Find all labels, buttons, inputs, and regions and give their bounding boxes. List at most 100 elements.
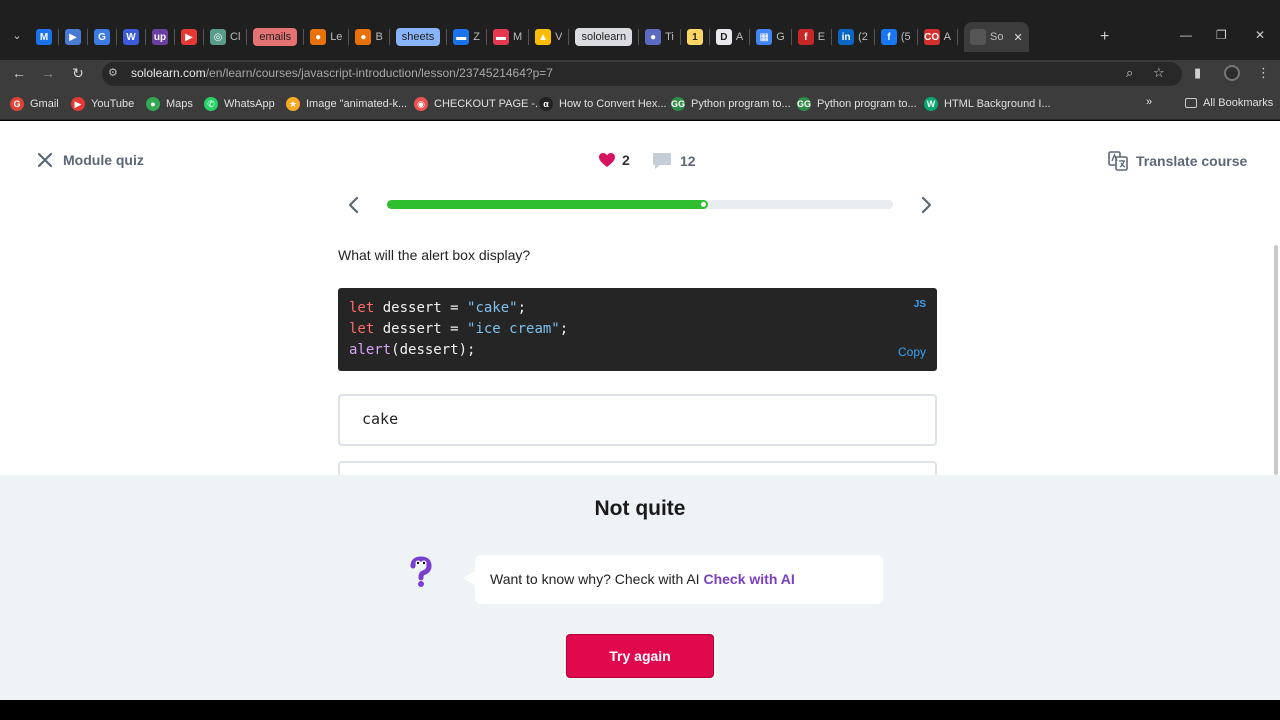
translate-icon	[1108, 151, 1128, 171]
browser-tab[interactable]: ● B	[355, 24, 383, 50]
tab-separator	[528, 29, 530, 45]
browser-tab[interactable]: DA	[715, 24, 743, 50]
comments-button[interactable]: 12	[652, 152, 696, 170]
comments-count: 12	[680, 153, 696, 169]
one-badge-icon: 1	[686, 29, 703, 45]
try-again-button[interactable]: Try again	[566, 634, 714, 678]
bookmark-label: Maps	[166, 98, 193, 110]
browser-tab[interactable]: ▶	[65, 24, 81, 50]
bookmark-star-icon[interactable]: ☆	[1153, 65, 1165, 81]
tab-title: A	[943, 31, 952, 43]
bookmark-item[interactable]: GG Python program to...	[671, 97, 791, 111]
tab-group-label: emails	[253, 28, 298, 46]
bookmark-item[interactable]: ▶ YouTube	[71, 97, 134, 111]
browser-tab[interactable]: in (2	[838, 24, 868, 50]
bookmark-item[interactable]: ★ Image "animated-k...	[286, 97, 407, 111]
code-function: alert	[349, 342, 392, 358]
next-arrow-icon[interactable]	[916, 195, 936, 215]
browser-tab[interactable]: ▦ G	[756, 24, 785, 50]
more-bookmarks-chevron-icon[interactable]: »	[1146, 96, 1152, 108]
mail-icon: ▬	[492, 29, 509, 45]
previous-arrow-icon[interactable]	[344, 195, 364, 215]
tab-separator	[446, 29, 448, 45]
bookmark-item[interactable]: W HTML Background I...	[924, 97, 1051, 111]
browser-tab[interactable]: ◎ Cl	[210, 24, 240, 50]
tab-separator	[873, 29, 875, 45]
bookmark-item[interactable]: ● Maps	[146, 97, 193, 111]
browser-tab[interactable]: ● Ti	[645, 24, 674, 50]
tab-separator	[145, 29, 146, 45]
tab-title: E	[817, 31, 826, 43]
check-with-ai-link[interactable]: Check with AI	[703, 571, 794, 587]
restore-icon[interactable]: ❐	[1216, 28, 1227, 42]
browser-tab[interactable]: ▬ Z	[453, 24, 480, 50]
translate-course-button[interactable]: Translate course	[1108, 151, 1247, 171]
browser-tab[interactable]: W	[123, 24, 139, 50]
bookmark-item[interactable]: α How to Convert Hex...	[539, 97, 667, 111]
close-tab-icon[interactable]: ✕	[1013, 31, 1022, 44]
tab-group-label: sheets	[395, 28, 441, 46]
all-bookmarks[interactable]: All Bookmarks	[1185, 97, 1273, 109]
tab-title: M	[512, 31, 523, 43]
minimize-icon[interactable]: —	[1180, 28, 1192, 42]
browser-tab[interactable]: emails	[253, 24, 298, 50]
side-panel-icon[interactable]: ▮	[1194, 65, 1201, 81]
bookmark-item[interactable]: G Gmail	[10, 97, 59, 111]
code-line-1: let dessert = "cake";	[349, 300, 526, 316]
tab-list: M ▶ G Wup ▶ ◎ Cl emails ● Le ● Bsheets ▬ Z ▬ M ▲ Vsololea…	[36, 22, 1029, 52]
likes-button[interactable]: 2	[598, 152, 630, 168]
bookmark-label: Python program to...	[817, 98, 917, 110]
screen: ⌄ M ▶ G Wup ▶ ◎ Cl emails ● Le ● Bsheets ▬ Z ▬ M ▲ Vsolol…	[0, 0, 1280, 720]
browser-tab[interactable]: 1	[686, 24, 703, 50]
tab-title: So	[990, 31, 1004, 43]
browser-tab[interactable]: up	[152, 24, 168, 50]
tab-search-chevron-icon[interactable]: ⌄	[8, 27, 26, 45]
answer-input[interactable]: cake	[338, 394, 937, 446]
reload-icon[interactable]: ↻	[69, 65, 87, 82]
back-arrow-icon[interactable]: ←	[10, 65, 28, 81]
browser-tab[interactable]: G	[94, 24, 110, 50]
wix-icon: W	[123, 29, 139, 45]
site-info-icon[interactable]: ⚙	[108, 66, 122, 80]
lesson-progress-bar	[387, 200, 893, 209]
menu-kebab-icon[interactable]: ⋮	[1257, 65, 1270, 81]
browser-tab[interactable]: sheets	[395, 24, 441, 50]
code-text: (dessert);	[391, 342, 476, 358]
sololearn-icon	[970, 29, 987, 45]
forward-arrow-icon[interactable]: →	[39, 65, 57, 81]
code-line-2: let dessert = "ice cream";	[349, 321, 568, 337]
url-text[interactable]: sololearn.com/en/learn/courses/javascrip…	[131, 66, 553, 80]
browser-tab[interactable]: ▬ M	[492, 24, 523, 50]
question-text: What will the alert box display?	[338, 247, 531, 263]
bookmark-item[interactable]: ✆ WhatsApp	[204, 97, 275, 111]
browser-tab[interactable]: M	[36, 24, 52, 50]
new-tab-plus-icon[interactable]: +	[1100, 28, 1109, 46]
d-icon: D	[715, 29, 732, 45]
bookmark-item[interactable]: GG Python program to...	[797, 97, 917, 111]
alpha-icon: α	[539, 97, 553, 111]
page-scrollbar[interactable]	[1274, 245, 1278, 475]
browser-tab[interactable]: fE	[797, 24, 826, 50]
browser-tab[interactable]: ● Le	[310, 24, 342, 50]
gfg-icon: GG	[797, 97, 812, 111]
bookmark-label: Gmail	[30, 98, 59, 110]
browser-tab[interactable]: f (5	[880, 24, 911, 50]
browser-tab[interactable]: sololearn	[575, 24, 633, 50]
zoom-icon[interactable]: ⌕	[1126, 65, 1133, 81]
profile-avatar[interactable]	[1224, 65, 1240, 81]
tab-separator	[679, 29, 681, 45]
google-doc-icon: ▦	[756, 29, 773, 45]
bookmark-label: CHECKOUT PAGE -...	[434, 98, 545, 110]
tab-separator	[203, 29, 204, 45]
close-window-icon[interactable]: ✕	[1255, 28, 1265, 42]
browser-tab[interactable]: So ✕	[964, 22, 1029, 52]
tab-separator	[957, 29, 959, 45]
copy-code-button[interactable]: Copy	[898, 345, 926, 359]
close-icon[interactable]	[37, 152, 53, 168]
bookmark-item[interactable]: ◉ CHECKOUT PAGE -...	[414, 97, 544, 111]
browser-tab[interactable]: ▲ V	[535, 24, 562, 50]
browser-tab[interactable]: CO A	[923, 24, 952, 50]
bookmark-label: YouTube	[91, 98, 135, 110]
code-string: "ice cream"	[467, 321, 560, 337]
browser-tab[interactable]: ▶	[181, 24, 197, 50]
